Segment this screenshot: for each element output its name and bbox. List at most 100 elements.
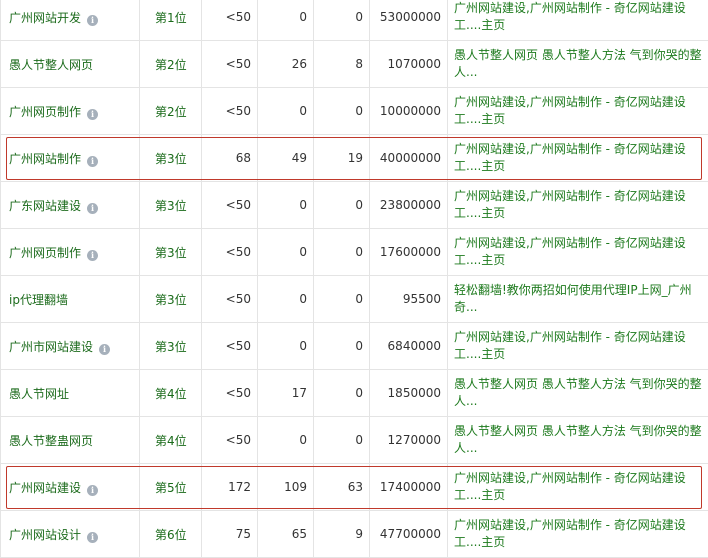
value-a-cell-text: 0 — [299, 292, 307, 306]
page-title-link-text: 广州网站建设,广州网站制作 - 奇亿网站建设工....主页 — [454, 189, 686, 220]
keyword-cell-text: 广州网站开发 — [9, 11, 81, 25]
rank-cell: 第3位 — [140, 229, 202, 276]
keyword-cell[interactable]: 广州网页制作i — [1, 88, 140, 135]
value-a-cell: 65 — [258, 511, 314, 558]
value-a-cell-text: 0 — [299, 433, 307, 447]
keyword-cell[interactable]: 愚人节整人网页 — [1, 41, 140, 88]
keyword-cell[interactable]: ip代理翻墙 — [1, 276, 140, 323]
results-cell: 10000000 — [370, 88, 448, 135]
info-icon[interactable]: i — [87, 250, 98, 261]
value-a-cell: 0 — [258, 417, 314, 464]
value-a-cell: 0 — [258, 229, 314, 276]
rank-cell-text: 第2位 — [155, 105, 187, 119]
results-cell-text: 40000000 — [380, 151, 441, 165]
info-icon[interactable]: i — [87, 109, 98, 120]
index-cell-text: 75 — [236, 527, 251, 541]
rank-cell-text: 第2位 — [155, 58, 187, 72]
rank-cell: 第1位 — [140, 0, 202, 41]
index-cell-text: <50 — [226, 57, 251, 71]
results-cell-text: 53000000 — [380, 10, 441, 24]
page-title-link-text: 愚人节整人网页 愚人节整人方法 气到你哭的整人... — [454, 424, 702, 455]
rank-cell-text: 第5位 — [155, 481, 187, 495]
page-title-link[interactable]: 广州网站建设,广州网站制作 - 奇亿网站建设工....主页 — [448, 182, 708, 229]
keyword-cell-text: 广东网站建设 — [9, 199, 81, 213]
table-row: 愚人节网址第4位<501701850000愚人节整人网页 愚人节整人方法 气到你… — [1, 370, 708, 417]
index-cell: <50 — [202, 323, 258, 370]
table-row: 广州网页制作i第3位<500017600000广州网站建设,广州网站制作 - 奇… — [1, 229, 708, 276]
value-b-cell-text: 0 — [355, 10, 363, 24]
rank-cell: 第4位 — [140, 370, 202, 417]
results-cell-text: 17600000 — [380, 245, 441, 259]
page-title-link[interactable]: 广州网站建设,广州网站制作 - 奇亿网站建设工....主页 — [448, 135, 708, 182]
results-cell-text: 1270000 — [388, 433, 441, 447]
page-title-link[interactable]: 广州网站建设,广州网站制作 - 奇亿网站建设工....主页 — [448, 0, 708, 41]
results-cell-text: 23800000 — [380, 198, 441, 212]
index-cell-text: <50 — [226, 198, 251, 212]
results-cell-text: 1070000 — [388, 57, 441, 71]
keyword-cell[interactable]: 广州网站开发 i — [1, 0, 140, 41]
results-cell: 95500 — [370, 276, 448, 323]
page-title-link-text: 广州网站建设,广州网站制作 - 奇亿网站建设工....主页 — [454, 330, 686, 361]
results-cell: 17400000 — [370, 464, 448, 511]
keyword-cell[interactable]: 广州网站建设 i — [1, 464, 140, 511]
table-row: 广州网站设计i第6位 75 65 9 47700000 广州网站建设,广州网站制作 - 奇… — [1, 511, 708, 558]
value-a-cell-text: 0 — [299, 339, 307, 353]
index-cell: <50 — [202, 182, 258, 229]
value-b-cell: 19 — [314, 135, 370, 182]
keyword-cell-text: 广州网站建设 — [9, 481, 81, 495]
page-title-link[interactable]: 广州网站建设,广州网站制作 - 奇亿网站建设工....主页 — [448, 88, 708, 135]
info-icon[interactable]: i — [87, 203, 98, 214]
page-title-link-text: 广州网站建设,广州网站制作 - 奇亿网站建设工....主页 — [454, 1, 686, 32]
value-a-cell: 109 — [258, 464, 314, 511]
page-title-link[interactable]: 愚人节整人网页 愚人节整人方法 气到你哭的整人... — [448, 41, 708, 88]
keyword-cell-text: 广州网页制作 — [9, 246, 81, 260]
index-cell-text: <50 — [226, 10, 251, 24]
info-icon[interactable]: i — [87, 485, 98, 496]
value-a-cell-text: 65 — [292, 527, 307, 541]
index-cell: <50 — [202, 41, 258, 88]
value-a-cell: 26 — [258, 41, 314, 88]
rank-cell: 第3位 — [140, 182, 202, 229]
keyword-cell[interactable]: 广州网站设计i — [1, 511, 140, 558]
page-title-link[interactable]: 广州网站建设,广州网站制作 - 奇亿网站建设工....主页 — [448, 323, 708, 370]
page-title-link[interactable]: 广州网站建设,广州网站制作 - 奇亿网站建设工....主页 — [448, 511, 708, 558]
index-cell-text: <50 — [226, 433, 251, 447]
value-b-cell-text: 9 — [355, 527, 363, 541]
table-row: 广州网站建设i第5位1721096317400000广州网站建设,广州网站制作 … — [1, 464, 708, 511]
keyword-cell[interactable]: 广州网站制作 i — [1, 135, 140, 182]
page-title-link-text: 广州网站建设,广州网站制作 - 奇亿网站建设工....主页 — [454, 142, 686, 173]
keyword-cell[interactable]: 愚人节网址 — [1, 370, 140, 417]
value-b-cell: 0 — [314, 182, 370, 229]
keyword-cell[interactable]: 广东网站建设 i — [1, 182, 140, 229]
keyword-cell-text: 广州网站制作 — [9, 152, 81, 166]
rank-cell: 第3位 — [140, 323, 202, 370]
page-title-link[interactable]: 广州网站建设,广州网站制作 - 奇亿网站建设工....主页 — [448, 464, 708, 511]
page-title-link[interactable]: 愚人节整人网页 愚人节整人方法 气到你哭的整人... — [448, 370, 708, 417]
page-title-link[interactable]: 广州网站建设,广州网站制作 - 奇亿网站建设工....主页 — [448, 229, 708, 276]
keyword-cell[interactable]: 愚人节整蛊网页 — [1, 417, 140, 464]
value-a-cell-text: 109 — [284, 480, 307, 494]
table-row: 广州市网站建设i第3位<50006840000广州网站建设,广州网站制作 - 奇… — [1, 323, 708, 370]
page-title-link[interactable]: 愚人节整人网页 愚人节整人方法 气到你哭的整人... — [448, 417, 708, 464]
index-cell: 68 — [202, 135, 258, 182]
keyword-cell[interactable]: 广州市网站建设i — [1, 323, 140, 370]
info-icon[interactable]: i — [87, 156, 98, 167]
value-b-cell-text: 0 — [355, 292, 363, 306]
info-icon[interactable]: i — [99, 344, 110, 355]
value-b-cell-text: 19 — [348, 151, 363, 165]
page-title-link[interactable]: 轻松翻墙!教你两招如何使用代理IP上网_广州奇... — [448, 276, 708, 323]
results-cell-text: 10000000 — [380, 104, 441, 118]
index-cell: <50 — [202, 88, 258, 135]
results-cell-text: 47700000 — [380, 527, 441, 541]
rank-cell-text: 第3位 — [155, 199, 187, 213]
info-icon[interactable]: i — [87, 15, 98, 26]
index-cell: <50 — [202, 276, 258, 323]
rank-cell-text: 第3位 — [155, 246, 187, 260]
keyword-cell[interactable]: 广州网页制作 i — [1, 229, 140, 276]
results-cell: 53000000 — [370, 0, 448, 41]
rank-cell: 第6位 — [140, 511, 202, 558]
info-icon[interactable]: i — [87, 532, 98, 543]
keyword-cell-text: 愚人节整人网页 — [9, 58, 93, 72]
index-cell-text: <50 — [226, 339, 251, 353]
rank-cell-text: 第4位 — [155, 434, 187, 448]
